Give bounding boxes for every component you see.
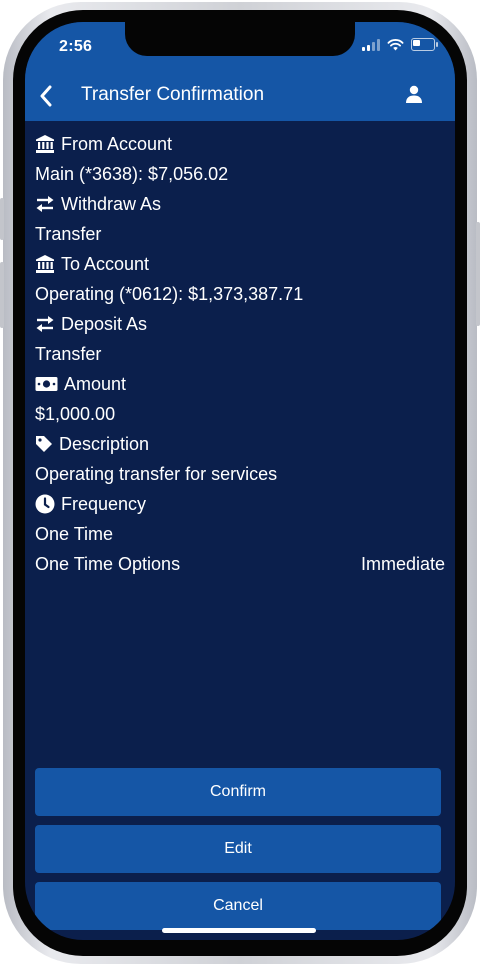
one-time-options-row: One Time Options Immediate (35, 549, 445, 579)
to-account-value: Operating (*0612): $1,373,387.71 (35, 283, 304, 304)
deposit-as-label-row: Deposit As (35, 309, 445, 339)
profile-button[interactable] (405, 85, 427, 107)
description-label-row: Description (35, 429, 445, 459)
action-buttons: Confirm Edit Cancel (35, 768, 441, 939)
frequency-label: Frequency (61, 493, 147, 514)
to-account-label: To Account (61, 253, 150, 274)
status-time: 2:56 (59, 38, 93, 55)
cancel-button[interactable]: Cancel (35, 882, 441, 930)
from-account-value: Main (*3638): $7,056.02 (35, 163, 229, 184)
edit-button[interactable]: Edit (35, 825, 441, 873)
one-time-options-label: One Time Options (35, 553, 181, 574)
to-account-label-row: To Account (35, 249, 445, 279)
withdraw-as-value: Transfer (35, 223, 102, 244)
cellular-signal-icon (362, 38, 380, 51)
page-title: Transfer Confirmation (81, 84, 265, 105)
description-label: Description (59, 433, 150, 454)
bank-icon (36, 255, 54, 273)
withdraw-as-label-row: Withdraw As (35, 189, 445, 219)
user-icon (406, 85, 422, 103)
wifi-icon (387, 39, 404, 51)
bank-icon (36, 135, 54, 153)
frequency-label-row: Frequency (35, 489, 445, 519)
description-value: Operating transfer for services (35, 463, 278, 484)
power-button (476, 222, 480, 326)
confirm-button[interactable]: Confirm (35, 768, 441, 816)
transfer-details: From Account Main (*3638): $7,056.02 Wit… (35, 129, 445, 579)
tag-icon (36, 436, 52, 452)
amount-label: Amount (64, 373, 127, 394)
frequency-value: One Time (35, 523, 114, 544)
withdraw-as-label: Withdraw As (61, 193, 162, 214)
amount-label-row: Amount (35, 369, 445, 399)
from-account-label-row: From Account (35, 129, 445, 159)
one-time-options-value: Immediate (360, 553, 445, 574)
status-icons (362, 38, 438, 51)
deposit-as-value: Transfer (35, 343, 102, 364)
mute-switch (0, 198, 4, 240)
phone-screen: 2:56 Transfer Confirmation From Account … (25, 22, 455, 940)
battery-icon (411, 38, 438, 51)
volume-button (0, 262, 4, 328)
chevron-left-icon (40, 85, 52, 107)
from-account-label: From Account (61, 133, 173, 154)
back-button[interactable] (33, 82, 59, 110)
amount-value: $1,000.00 (35, 403, 116, 424)
clock-icon (35, 494, 55, 514)
swap-arrows-icon (36, 196, 54, 212)
swap-arrows-icon (36, 316, 54, 332)
camera-notch (125, 22, 355, 56)
deposit-as-label: Deposit As (61, 313, 148, 334)
money-bill-icon (35, 377, 58, 391)
home-indicator[interactable] (162, 928, 316, 933)
